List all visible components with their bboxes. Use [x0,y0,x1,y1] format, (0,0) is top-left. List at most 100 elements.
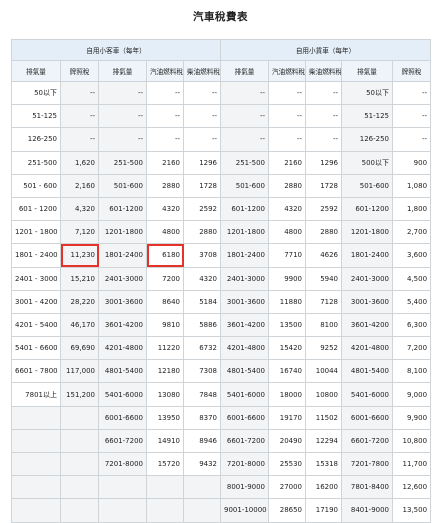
table-cell: 1201-1800 [341,220,394,245]
column-header-row: 排氣量 牌照稅 排氣量 汽油燃料稅 柴油燃料稅 排氣量 汽油燃料稅 柴油燃料稅 排氣量 牌照稅 [11,60,432,82]
table-cell: 6601 - 7800 [11,359,61,384]
table-cell: 17190 [305,498,343,523]
group-header-passenger: 自用小客車（每年） [10,39,222,61]
table-cell: 8370 [182,405,222,430]
table-cell: 19170 [268,405,307,430]
table-cell: 5184 [182,289,222,314]
column-header: 排氣量 [341,60,394,82]
table-cell: 601-1200 [220,196,270,222]
table-cell: -- [60,80,99,106]
table-cell: 251-500 [220,150,270,175]
table-cell: 126-250 [11,127,61,152]
table-cell [146,498,184,523]
table-cell: 2592 [305,196,343,222]
table-cell: 5401-6000 [341,382,394,407]
table-cell: -- [60,104,99,129]
table-cell: -- [268,80,307,106]
table-cell: 4320 [268,196,307,222]
table-cell: 7801以上 [11,382,61,407]
table-row: 1801 - 2400 11,230 1801-2400 6180 3708 1801-2… [11,243,432,268]
column-header: 柴油燃料稅 [182,60,222,82]
table-cell: 2880 [182,220,222,245]
table-row: 126-250 -- -- -- -- -- -- -- 126-250 -- [11,127,432,152]
table-cell: 13950 [146,405,184,430]
table-cell: 1201 - 1800 [11,220,61,245]
table-row: 6001-6600 13950 8370 6001-6600 19170 11502 600… [11,405,432,430]
table-cell: -- [305,127,343,152]
table-cell: 4201-4800 [220,336,270,361]
table-cell: 601 - 1200 [11,196,61,222]
table-cell [11,428,61,454]
table-cell: 601-1200 [98,196,147,222]
table-cell: 2160 [268,150,307,175]
table-cell: -- [268,127,307,152]
table-row: 6601-7200 14910 8946 6601-7200 20490 12294 660… [11,428,432,454]
table-cell: -- [98,127,147,152]
table-cell: -- [98,104,147,129]
table-cell: 7200 [146,266,184,291]
table-cell: 3001 - 4200 [11,289,61,314]
table-cell: 2880 [305,220,343,245]
table-cell: 3001-3600 [341,289,394,314]
table-cell [60,405,99,430]
table-cell [11,405,61,430]
table-cell: 8100 [305,312,343,338]
table-cell: -- [146,80,184,106]
table-cell: 1,080 [392,173,432,198]
table-cell: 51-125 [11,104,61,129]
table-cell: 15318 [305,451,343,477]
table-cell: 4201 - 5400 [11,312,61,338]
table-cell: -- [182,127,222,152]
column-header: 排氣量 [98,60,147,82]
table-cell: 2880 [146,173,184,198]
table-cell: 4201-4800 [98,336,147,361]
table-cell: 28650 [268,498,307,523]
table-cell: 12,600 [392,475,432,500]
table-cell: 9432 [182,451,222,477]
table-cell [60,451,99,477]
table-cell: 2,160 [60,173,99,198]
table-cell: 4,500 [392,266,432,291]
table-row: 7201-8000 15720 9432 7201-8000 25530 15318 720… [11,451,432,477]
table-cell: 7201-8000 [98,451,147,477]
column-header: 牌照稅 [60,60,99,82]
table-cell: 11880 [268,289,307,314]
table-cell: 4800 [146,220,184,245]
table-cell: 13500 [268,312,307,338]
table-cell: 14910 [146,428,184,454]
table-cell: 2401-3000 [98,266,147,291]
table-cell [98,475,147,500]
table-cell: -- [305,104,343,129]
table-row: 9001-10000 28650 17190 8401-9000 13,500 [11,498,432,523]
table-cell: 13080 [146,382,184,407]
table-cell: 7710 [268,243,307,268]
table-cell: 1801-2400 [220,243,270,268]
table-cell: 251-500 [98,150,147,175]
table-cell: 126-250 [341,127,394,152]
table-cell: 7201-7800 [341,451,394,477]
tax-table: 自用小客車（每年） 自用小貨車（每年） 排氣量 牌照稅 排氣量 汽油燃料稅 柴油燃料稅排… [10,39,432,523]
table-cell: 5401-6000 [98,382,147,407]
table-cell: -- [146,104,184,129]
table-cell: 501-600 [341,173,394,198]
table-cell: 7801-8400 [341,475,394,500]
table-cell: 7128 [305,289,343,314]
table-cell: 11,700 [392,451,432,477]
table-row: 50以下 -- -- -- -- -- -- -- 50以下 -- [11,80,432,106]
table-row: 4201 - 5400 46,170 3601-4200 9810 5886 3601-4… [11,312,432,338]
highlighted-cell: 11,230 [60,243,99,268]
table-cell [182,498,222,523]
table-cell: 1801 - 2400 [11,243,61,268]
table-cell: 151,200 [60,382,99,407]
table-cell: 2,700 [392,220,432,245]
table-cell: 25530 [268,451,307,477]
table-cell: 4626 [305,243,343,268]
table-row: 1201 - 1800 7,120 1201-1800 4800 2880 1201-18… [11,220,432,245]
table-cell: 28,220 [60,289,99,314]
table-cell: 9,900 [392,405,432,430]
table-cell: 501-600 [220,173,270,198]
table-cell: 3001-3600 [220,289,270,314]
table-cell: 15420 [268,336,307,361]
table-cell: 18000 [268,382,307,407]
table-cell: 117,000 [60,359,99,384]
